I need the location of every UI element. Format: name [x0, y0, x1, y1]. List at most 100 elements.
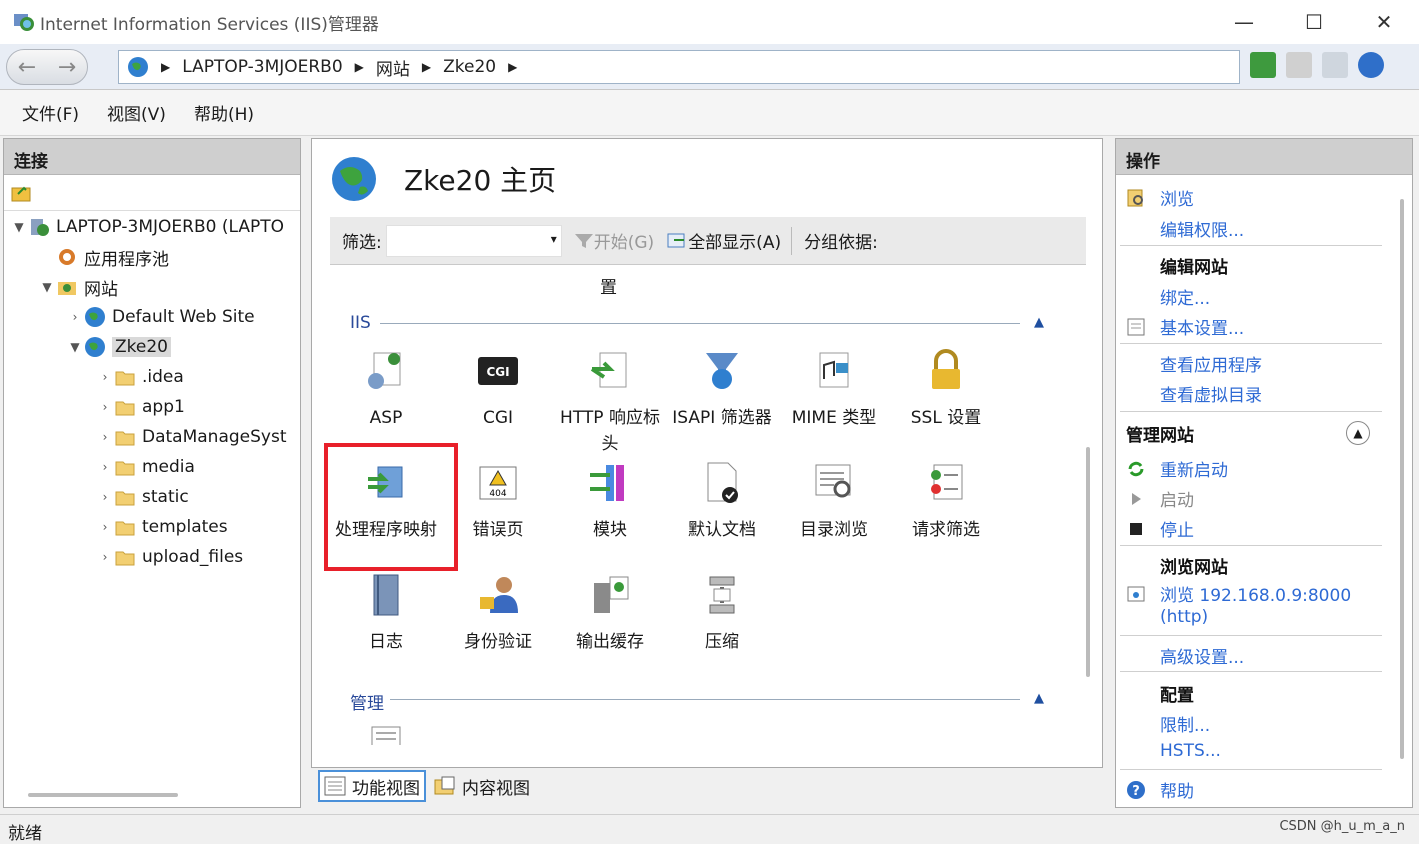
help-icon[interactable]	[1358, 52, 1384, 78]
manage-feature-icon[interactable]	[370, 725, 402, 745]
tree-node-default-site[interactable]: › Default Web Site	[66, 303, 255, 331]
collapse-manage-site-icon[interactable]: ▲	[1346, 421, 1370, 445]
minimize-button[interactable]: —	[1209, 0, 1279, 44]
chevron-right-icon[interactable]: ›	[96, 520, 114, 534]
feature-directory-browsing[interactable]: 目录浏览	[778, 461, 890, 543]
feature-output-caching[interactable]: 输出缓存	[554, 573, 666, 655]
chevron-right-icon[interactable]: ›	[96, 550, 114, 564]
chevron-right-icon[interactable]: ›	[96, 400, 114, 414]
feature-default-document[interactable]: 默认文档	[666, 461, 778, 543]
collapse-manage-icon[interactable]: ▲	[1034, 691, 1044, 706]
group-by-dropdown[interactable]: 分组依据:	[804, 228, 878, 253]
basic-settings-action[interactable]: 基本设置...	[1126, 314, 1244, 339]
restart-action[interactable]: 重新启动	[1126, 456, 1228, 481]
page-title: Zke20 主页	[404, 164, 557, 197]
chevron-right-icon[interactable]: ›	[96, 460, 114, 474]
tree-node-folder[interactable]: › DataManageSyst	[96, 423, 287, 451]
globe-icon	[85, 307, 105, 327]
tree-node-folder[interactable]: › app1	[96, 393, 185, 421]
help-action[interactable]: ? 帮助	[1126, 777, 1194, 802]
tab-content-view[interactable]: 内容视图	[430, 770, 534, 802]
horizontal-scrollbar[interactable]	[28, 793, 178, 797]
start-filter-button[interactable]: 开始(G)	[574, 228, 654, 253]
chevron-down-icon[interactable]: ▼	[66, 340, 84, 354]
connect-icon[interactable]	[10, 182, 34, 204]
folder-icon	[115, 551, 135, 566]
stop-square-icon	[1130, 522, 1142, 535]
vertical-scrollbar[interactable]	[1086, 447, 1090, 677]
browse-url-action[interactable]: 浏览 192.168.0.9:8000	[1126, 581, 1351, 606]
chevron-right-icon[interactable]: ›	[96, 370, 114, 384]
tree-node-folder[interactable]: › upload_files	[96, 543, 244, 571]
chevron-down-icon[interactable]: ▼	[38, 280, 56, 294]
folder-icon	[115, 491, 135, 506]
menu-help[interactable]: 帮助(H)	[194, 100, 254, 125]
address-bar[interactable]: ▶ LAPTOP-3MJOERB0 ▶ 网站 ▶ Zke20 ▶	[118, 50, 1240, 84]
advanced-settings-link[interactable]: 高级设置...	[1160, 643, 1244, 668]
stop-icon[interactable]	[1286, 52, 1312, 78]
chevron-right-icon[interactable]: ›	[96, 430, 114, 444]
watermark: CSDN @h_u_m_a_n	[1279, 819, 1405, 834]
feature-authentication[interactable]: 身份验证	[442, 573, 554, 655]
collapse-iis-icon[interactable]: ▲	[1034, 315, 1044, 330]
breadcrumb-server[interactable]: LAPTOP-3MJOERB0	[182, 57, 342, 77]
close-button[interactable]: ✕	[1349, 0, 1419, 44]
feature-isapi[interactable]: ISAPI 筛选器	[666, 349, 778, 431]
features-panel: 置 IIS ▲ ASP CGI CGI HTTP 响应标头 ISAPI 筛选器 …	[330, 265, 1086, 745]
error-page-icon: 404	[479, 466, 517, 500]
feature-ssl[interactable]: SSL 设置	[890, 349, 1002, 431]
iis-app-icon	[14, 14, 34, 31]
bindings-link[interactable]: 绑定...	[1160, 284, 1210, 309]
breadcrumb-sites[interactable]: 网站	[376, 55, 410, 80]
feature-asp[interactable]: ASP	[330, 349, 442, 431]
tab-features-view[interactable]: 功能视图	[318, 770, 426, 802]
forward-icon[interactable]: →	[58, 55, 76, 80]
feature-logging[interactable]: 日志	[330, 573, 442, 655]
tree-node-sites[interactable]: ▼ 网站	[38, 273, 118, 301]
hsts-link[interactable]: HSTS...	[1160, 741, 1221, 761]
tree-node-app-pools[interactable]: 应用程序池	[38, 243, 169, 271]
tree-node-folder[interactable]: › media	[96, 453, 195, 481]
edit-permissions-link[interactable]: 编辑权限...	[1160, 216, 1244, 241]
stop-action[interactable]: 停止	[1126, 516, 1194, 541]
menu-view[interactable]: 视图(V)	[107, 100, 166, 125]
chevron-right-icon[interactable]: ›	[66, 310, 84, 324]
feature-cgi[interactable]: CGI CGI	[442, 349, 554, 431]
tree-node-folder[interactable]: › .idea	[96, 363, 184, 391]
tree-node-server[interactable]: ▼ LAPTOP-3MJOERB0 (LAPTO	[10, 213, 284, 241]
browse-action[interactable]: 浏览	[1126, 185, 1194, 210]
feature-handler-mappings[interactable]: 处理程序映射	[330, 461, 442, 543]
menu-file[interactable]: 文件(F)	[22, 100, 79, 125]
tree-node-folder[interactable]: › templates	[96, 513, 228, 541]
start-action[interactable]: 启动	[1126, 486, 1194, 511]
view-applications-link[interactable]: 查看应用程序	[1160, 351, 1262, 376]
menu-bar: 文件(F) 视图(V) 帮助(H)	[0, 90, 1419, 136]
view-virtual-dirs-link[interactable]: 查看虚拟目录	[1160, 381, 1262, 406]
chevron-right-icon[interactable]: ▶	[508, 60, 517, 74]
view-tabs: 功能视图 内容视图	[318, 770, 534, 802]
feature-mime[interactable]: MIME 类型	[778, 349, 890, 431]
chevron-down-icon[interactable]: ▼	[10, 220, 28, 234]
connections-pane: 连接 ▼ LAPTOP-3MJOERB0 (LAPTO 应用程序池 ▼ 网站 ›…	[3, 138, 301, 808]
feature-http-headers[interactable]: HTTP 响应标头	[554, 349, 666, 457]
tree-node-zke20[interactable]: ▼ Zke20	[66, 333, 171, 361]
feature-modules[interactable]: 模块	[554, 461, 666, 543]
breadcrumb-site[interactable]: Zke20	[443, 57, 496, 77]
limits-link[interactable]: 限制...	[1160, 711, 1210, 736]
actions-scrollbar[interactable]	[1400, 199, 1404, 759]
folder-icon	[115, 371, 135, 386]
show-all-button[interactable]: 全部显示(A)	[666, 228, 781, 253]
chevron-right-icon[interactable]: ›	[96, 490, 114, 504]
maximize-button[interactable]: ☐	[1279, 0, 1349, 44]
tree-node-folder[interactable]: › static	[96, 483, 189, 511]
back-icon[interactable]: ←	[18, 55, 36, 80]
browse-protocol[interactable]: (http)	[1160, 607, 1208, 627]
feature-compression[interactable]: 压缩	[666, 573, 778, 655]
feature-request-filtering[interactable]: 请求筛选	[890, 461, 1002, 543]
feature-error-pages[interactable]: 404 错误页	[442, 461, 554, 543]
filter-label: 筛选:	[342, 233, 382, 253]
home-icon[interactable]	[1322, 52, 1348, 78]
mime-icon	[819, 352, 849, 388]
filter-input[interactable]	[385, 224, 562, 257]
refresh-icon[interactable]	[1250, 52, 1276, 78]
